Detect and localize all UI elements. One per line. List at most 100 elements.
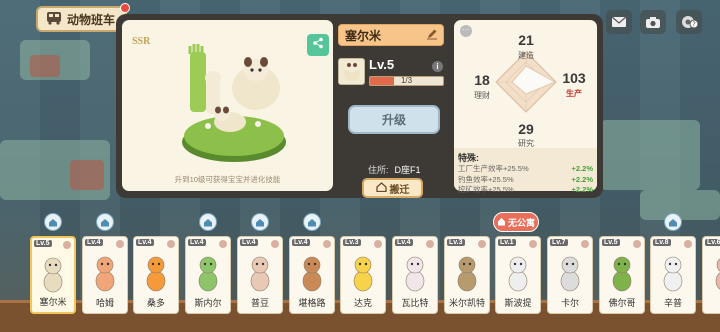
card-level: Lv.8 — [653, 239, 671, 246]
level-progress-bar: 1/3 — [369, 76, 444, 86]
animal-icon — [198, 256, 218, 292]
animal-icon — [95, 256, 115, 292]
share-button[interactable] — [307, 34, 329, 56]
card-level: Lv.4 — [240, 239, 258, 246]
animal-icon — [43, 257, 63, 293]
animal-card[interactable]: Lv.1 斯波提 — [495, 236, 541, 314]
animal-card[interactable]: Lv.4 普豆 — [237, 236, 283, 314]
card-level: Lv.6 — [705, 239, 720, 246]
card-info-icon[interactable] — [633, 240, 641, 248]
card-level: Lv.4 — [395, 239, 413, 246]
stat-build-value: 21 — [518, 32, 534, 48]
animal-card[interactable]: Lv.4 桑多 — [133, 236, 179, 314]
animal-card[interactable]: Lv.7 卡尔 — [547, 236, 593, 314]
special-row: 工厂生产效率+25.5% +2.2% — [458, 164, 593, 175]
animal-bus-button[interactable]: 动物班车 — [36, 3, 131, 32]
animal-card[interactable]: Lv.8 辛普 — [650, 236, 696, 314]
animal-card[interactable]: Lv.3 达克 — [340, 236, 386, 314]
special-row-text: 工厂生产效率+25.5% — [458, 164, 529, 173]
card-name: 辛普 — [663, 298, 682, 308]
card-info-icon[interactable] — [116, 240, 124, 248]
info-icon[interactable]: i — [432, 61, 443, 72]
special-row-value: +2.2% — [571, 185, 593, 194]
animal-card[interactable]: Lv.3 米尔凯特 — [444, 236, 490, 314]
animal-card[interactable]: Lv.6 — [702, 236, 720, 314]
animal-card[interactable]: Lv.5 佛尔哥 — [599, 236, 645, 314]
bus-icon — [46, 11, 62, 28]
move-label: 搬迁 — [389, 184, 410, 196]
card-name: 斯波提 — [504, 298, 532, 308]
share-icon — [312, 36, 324, 54]
card-level: Lv.4 — [85, 239, 103, 246]
animal-icon — [508, 256, 528, 292]
evolve-hint: 升到10级可获得宝宝并进化技能 — [174, 175, 281, 184]
animal-icon — [612, 256, 632, 292]
animal-card[interactable]: Lv.4 斯内尔 — [185, 236, 231, 314]
animal-icon — [715, 258, 720, 290]
edit-name-icon[interactable] — [426, 28, 438, 43]
move-button[interactable]: 搬迁 — [362, 178, 423, 198]
card-level: Lv.4 — [136, 239, 154, 246]
card-level: Lv.4 — [188, 239, 206, 246]
apartment-status-icon[interactable] — [664, 213, 682, 231]
card-info-icon[interactable] — [219, 240, 227, 248]
card-level: Lv.7 — [550, 239, 568, 246]
stat-finance-label: 理财 — [474, 91, 490, 100]
more-icon[interactable]: ··· — [460, 25, 472, 37]
animal-detail-dialog: SSR 升到10级可获得宝宝并进化技能 塞尔米 Lv.5 i 1/3 升级 住所… — [116, 14, 603, 198]
apartment-status-icon[interactable] — [96, 213, 114, 231]
rarity-label: SSR — [132, 36, 151, 47]
animal-icon — [560, 256, 580, 292]
settings-help-icon[interactable]: ? — [676, 10, 702, 34]
apartment-status-icon[interactable] — [303, 213, 321, 231]
special-row-text: 钓鱼效率+25.5% — [458, 174, 514, 184]
animal-icon — [250, 256, 270, 292]
apartment-status-icon[interactable] — [44, 213, 62, 231]
upgrade-button[interactable]: 升级 — [348, 105, 440, 134]
card-info-icon[interactable] — [63, 241, 71, 249]
card-info-icon[interactable] — [684, 240, 692, 248]
apartment-status-icon[interactable] — [199, 213, 217, 231]
card-info-icon[interactable] — [478, 240, 486, 248]
card-name: 堪格路 — [298, 298, 326, 308]
card-name: 哈姆 — [95, 298, 114, 308]
animal-bus-label: 动物班车 — [67, 12, 116, 27]
card-level: Lv.1 — [498, 239, 516, 246]
house-icon — [497, 217, 506, 228]
special-row: 钓鱼效率+25.5% +2.2% — [458, 175, 593, 186]
animal-icon — [405, 256, 425, 292]
card-level: Lv.4 — [292, 239, 310, 246]
camera-icon[interactable] — [640, 10, 666, 34]
stat-production-value: 103 — [562, 70, 586, 86]
card-info-icon[interactable] — [426, 240, 434, 248]
animal-card[interactable]: Lv.5 塞尔米 — [30, 236, 76, 314]
stat-production-label: 生产 — [566, 89, 582, 98]
card-name: 瓦比特 — [401, 298, 429, 308]
animal-name-bar[interactable]: 塞尔米 — [338, 24, 444, 46]
special-row-text: 挖矿效率+25.5% — [458, 185, 514, 194]
card-info-icon[interactable] — [581, 240, 589, 248]
no-apartment-label: 无公寓 — [507, 217, 535, 228]
mail-icon[interactable] — [606, 10, 632, 34]
animal-card[interactable]: Lv.4 瓦比特 — [392, 236, 438, 314]
card-info-icon[interactable] — [167, 240, 175, 248]
card-info-icon[interactable] — [323, 240, 331, 248]
special-row-value: +2.2% — [571, 174, 593, 184]
apartment-status-icon[interactable] — [251, 213, 269, 231]
special-bonus-section: 特殊: 工厂生产效率+25.5% +2.2% 钓鱼效率+25.5% +2.2% 挖矿… — [454, 148, 597, 194]
card-info-icon[interactable] — [529, 240, 537, 248]
card-level: Lv.5 — [602, 239, 620, 246]
animal-icon — [302, 256, 322, 292]
no-apartment-button[interactable]: 无公寓 — [493, 212, 539, 232]
stat-build-label: 建造 — [518, 51, 534, 60]
card-info-icon[interactable] — [374, 240, 382, 248]
level-label: Lv.5 — [369, 57, 395, 72]
animal-card[interactable]: Lv.4 哈姆 — [82, 236, 128, 314]
animal-icon — [146, 256, 166, 292]
card-level: Lv.3 — [447, 239, 465, 246]
animal-card[interactable]: Lv.4 堪格路 — [289, 236, 335, 314]
card-info-icon[interactable] — [271, 240, 279, 248]
animal-showcase-panel: SSR 升到10级可获得宝宝并进化技能 — [122, 20, 333, 191]
stat-research-value: 29 — [518, 121, 534, 137]
card-name: 达克 — [353, 298, 372, 308]
